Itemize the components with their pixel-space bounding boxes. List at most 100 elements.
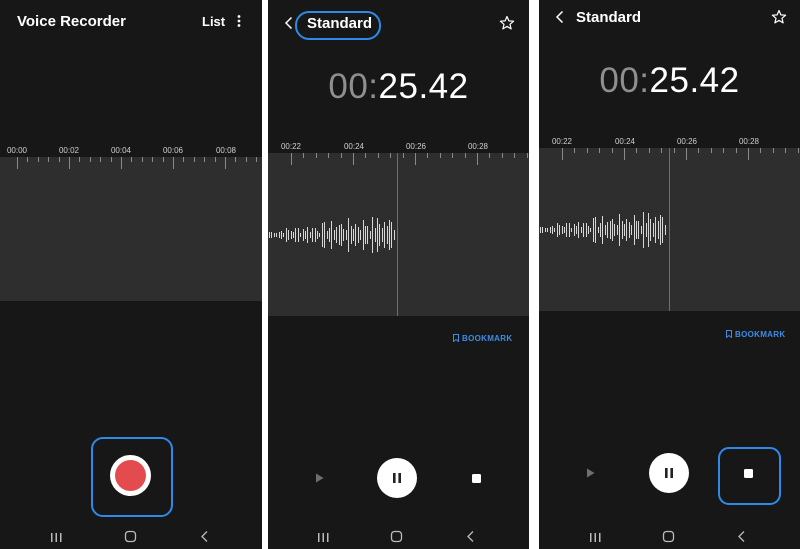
waveform-bar [305, 231, 306, 239]
pause-button[interactable] [377, 458, 417, 498]
back-icon[interactable] [200, 530, 209, 543]
waveform-bar [274, 233, 275, 237]
tick-label: 00:28 [467, 142, 489, 151]
tick-label: 00:02 [58, 146, 80, 155]
elapsed-timer: 00:25.42 [539, 61, 800, 101]
waveform-bar [307, 227, 308, 243]
record-dot-icon [115, 460, 146, 491]
chevron-left-icon[interactable] [284, 16, 293, 30]
waveform-area [268, 153, 529, 316]
waveform-bar [315, 228, 316, 242]
waveform-bar [545, 228, 546, 232]
back-icon[interactable] [737, 530, 746, 543]
waveform-bar [291, 231, 292, 239]
ruler-tick [225, 157, 226, 169]
waveform-bar [375, 228, 376, 242]
ruler-tick [163, 157, 164, 162]
list-button[interactable]: List [202, 14, 225, 29]
timer-separator: : [368, 67, 379, 106]
waveform-bar [631, 225, 632, 235]
waveform-bar [595, 217, 596, 243]
ruler-tick [204, 157, 205, 162]
playhead[interactable] [397, 153, 398, 316]
waveform-bar [634, 215, 635, 245]
back-icon[interactable] [466, 530, 475, 543]
bookmark-icon [453, 334, 459, 343]
waveform-bar [322, 223, 323, 247]
waveform-bar [569, 223, 570, 237]
more-vert-icon[interactable] [235, 14, 243, 28]
home-icon[interactable] [390, 530, 403, 543]
playhead[interactable] [669, 148, 670, 311]
bookmark-button[interactable]: BOOKMARK [726, 330, 785, 339]
pause-icon [665, 468, 673, 478]
ruler-tick [215, 157, 216, 162]
ruler-tick [173, 157, 174, 169]
waveform-bar [581, 227, 582, 233]
waveform-bar [351, 226, 352, 244]
waveform-bar [346, 230, 347, 240]
ruler-tick [256, 157, 257, 162]
waveform-bar [353, 229, 354, 241]
waveform-bar [303, 229, 304, 241]
waveform-bar [566, 223, 567, 237]
screen-recording-stop-highlight: Standard 00:25.42 00:22 00:24 00:26 00:2… [539, 0, 800, 549]
waveform-bar [662, 217, 663, 243]
play-icon[interactable] [586, 468, 595, 478]
home-icon[interactable] [124, 530, 137, 543]
ruler-tick [121, 157, 122, 169]
tick-label: 00:22 [280, 142, 302, 151]
bookmark-label: BOOKMARK [735, 330, 786, 339]
waveform-bar [574, 224, 575, 236]
waveform-bar [624, 224, 625, 236]
waveform-bar [629, 222, 630, 238]
recording-title[interactable]: Standard [307, 15, 372, 32]
recording-title[interactable]: Standard [576, 9, 641, 26]
waveform-bar [607, 222, 608, 238]
waveform-bar [540, 227, 541, 233]
waveform-bar [379, 224, 380, 246]
waveform-bar [542, 227, 543, 233]
waveform-bar [331, 221, 332, 249]
nav-bar [539, 529, 800, 545]
waveform-bar [365, 226, 366, 244]
star-outline-icon[interactable] [771, 9, 787, 25]
waveform-bar [665, 225, 666, 235]
waveform-bar [614, 224, 615, 236]
timer-separator: : [639, 61, 650, 100]
waveform [268, 153, 529, 316]
waveform-bar [394, 230, 395, 240]
ruler-tick [183, 157, 184, 162]
waveform-bar [622, 221, 623, 239]
waveform-bar [387, 226, 388, 244]
timeline-ruler: 00:00 00:02 00:04 00:06 00:08 [0, 140, 262, 158]
tick-label: 00:08 [215, 146, 237, 155]
stop-button[interactable] [472, 474, 481, 483]
record-button[interactable] [110, 455, 151, 496]
ruler-tick [17, 157, 18, 169]
tick-label: 00:24 [614, 137, 636, 146]
bookmark-button[interactable]: BOOKMARK [453, 334, 512, 343]
stop-button[interactable] [744, 469, 753, 478]
star-outline-icon[interactable] [499, 15, 515, 31]
home-icon[interactable] [662, 530, 675, 543]
waveform-bar [610, 221, 611, 239]
waveform-bar [391, 222, 392, 248]
waveform-bar [279, 232, 280, 238]
waveform-bar [312, 228, 313, 242]
chevron-left-icon[interactable] [555, 10, 564, 24]
tick-label: 00:00 [6, 146, 28, 155]
waveform-bar [586, 223, 587, 237]
play-icon[interactable] [315, 473, 324, 483]
waveform-bar [310, 232, 311, 238]
ruler-ticks [0, 157, 262, 171]
recent-apps-icon[interactable] [589, 531, 602, 543]
waveform-bar [626, 219, 627, 241]
ruler-tick [48, 157, 49, 162]
waveform-bar [334, 230, 335, 240]
waveform-bar [389, 220, 390, 250]
recent-apps-icon[interactable] [317, 531, 330, 543]
ruler-tick [142, 157, 143, 162]
recent-apps-icon[interactable] [50, 531, 63, 543]
pause-button[interactable] [649, 453, 689, 493]
